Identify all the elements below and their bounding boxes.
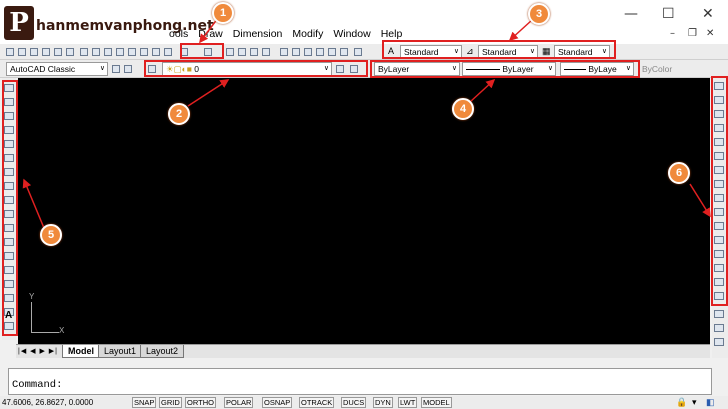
highlight-layers (144, 60, 368, 77)
draw-order-icon[interactable] (714, 324, 724, 332)
logo-mark: P (4, 6, 34, 40)
tab-layout2[interactable]: Layout2 (140, 345, 185, 358)
workspace-dropdown[interactable]: AutoCAD Classic ∨ (6, 62, 108, 76)
chevron-down-icon: ∨ (99, 65, 105, 72)
tool-palettes-icon[interactable] (304, 48, 312, 56)
doc-restore-button[interactable]: ❐ (688, 28, 697, 39)
block-editor-icon[interactable] (128, 48, 136, 56)
doc-close-button[interactable]: ✕ (706, 28, 714, 39)
publish-icon[interactable] (66, 48, 74, 56)
callout-6: 6 (668, 162, 690, 184)
menu-draw[interactable]: Draw (197, 28, 224, 40)
tab-navigation-arrows[interactable]: |◀ ◀ ▶ ▶| (18, 347, 58, 355)
plot-icon[interactable] (42, 48, 50, 56)
save-icon[interactable] (30, 48, 38, 56)
otrack-toggle[interactable]: OTRACK (299, 397, 335, 408)
callout-4: 4 (452, 98, 474, 120)
zoom-previous-icon[interactable] (262, 48, 270, 56)
grid-toggle[interactable]: GRID (159, 397, 182, 408)
model-toggle[interactable]: MODEL (421, 397, 452, 408)
open-icon[interactable] (18, 48, 26, 56)
sheet-set-icon[interactable] (316, 48, 324, 56)
polar-toggle[interactable]: POLAR (224, 397, 254, 408)
ucs-y-label: Y (29, 292, 35, 301)
coordinates-readout: 47.6006, 26.8627, 0.0000 (2, 398, 94, 407)
lwt-toggle[interactable]: LWT (398, 397, 418, 408)
ortho-toggle[interactable]: ORTHO (185, 397, 216, 408)
help-icon[interactable] (354, 48, 362, 56)
highlight-draw-toolbar (2, 80, 18, 336)
cut-icon[interactable] (80, 48, 88, 56)
brush-icon[interactable] (140, 48, 148, 56)
callout-1: 1 (212, 2, 234, 24)
menu-help[interactable]: Help (380, 28, 404, 40)
osnap-toggle[interactable]: OSNAP (262, 397, 293, 408)
minimize-button[interactable]: — (624, 6, 638, 22)
link-icon[interactable] (164, 48, 172, 56)
drawing-area[interactable]: Y X (18, 78, 710, 344)
menu-tools[interactable]: ools (168, 28, 189, 40)
tab-layout1[interactable]: Layout1 (98, 345, 143, 358)
pan-icon[interactable] (226, 48, 234, 56)
zoom-window-icon[interactable] (250, 48, 258, 56)
workspace-settings-icon[interactable] (112, 65, 120, 73)
callout-5: 5 (40, 224, 62, 246)
pencil-icon[interactable] (152, 48, 160, 56)
command-line[interactable]: Command: (8, 368, 712, 395)
tray-settings-icon[interactable]: ▾ (692, 396, 697, 409)
markup-icon[interactable] (328, 48, 336, 56)
callout-2: 2 (168, 103, 190, 125)
plotstyle-dropdown[interactable]: ByColor (642, 64, 672, 74)
callout-3: 3 (528, 3, 550, 25)
quickcalc-icon[interactable] (340, 48, 348, 56)
title-bar: P hanmemvanphong.net ools Draw Dimension… (0, 0, 728, 46)
maximize-button[interactable]: ☐ (662, 6, 675, 22)
copy-icon[interactable] (92, 48, 100, 56)
doc-minimize-button[interactable]: – (670, 28, 675, 39)
ducs-toggle[interactable]: DUCS (341, 397, 367, 408)
highlight-undo-redo (180, 43, 224, 59)
close-button[interactable]: ✕ (702, 6, 714, 22)
tray-lock-icon[interactable]: 🔒 (676, 396, 687, 409)
menu-modify[interactable]: Modify (291, 28, 324, 40)
ucs-x-label: X (59, 326, 65, 335)
menu-dimension[interactable]: Dimension (232, 28, 284, 40)
explode-icon[interactable] (714, 310, 724, 318)
preview-icon[interactable] (54, 48, 62, 56)
standard-toolbar: A Standard ∨ ⊿ Standard ∨ ▦ Standard ∨ (0, 44, 728, 60)
command-prompt: Command: (12, 379, 63, 391)
paste-icon[interactable] (104, 48, 112, 56)
match-properties-icon[interactable] (116, 48, 124, 56)
zoom-realtime-icon[interactable] (238, 48, 246, 56)
properties-icon[interactable] (280, 48, 288, 56)
status-bar: 47.6006, 26.8627, 0.0000 SNAP GRID ORTHO… (0, 396, 728, 409)
ucs-icon: Y X (23, 292, 65, 336)
clean-screen-icon[interactable]: ◧ (706, 396, 715, 409)
new-icon[interactable] (6, 48, 14, 56)
menu-window[interactable]: Window (332, 28, 371, 40)
design-center-icon[interactable] (292, 48, 300, 56)
layout-tabs: |◀ ◀ ▶ ▶| Model Layout1 Layout2 (16, 344, 710, 358)
dyn-toggle[interactable]: DYN (373, 397, 393, 408)
menu-bar: ools Draw Dimension Modify Window Help (168, 28, 403, 40)
highlight-modify-toolbar (711, 76, 728, 306)
snap-toggle[interactable]: SNAP (132, 397, 157, 408)
layer-walk-icon[interactable] (714, 338, 724, 346)
tab-model[interactable]: Model (62, 345, 100, 358)
highlight-styles (382, 40, 616, 59)
workspace-save-icon[interactable] (124, 65, 132, 73)
highlight-properties (370, 60, 640, 78)
